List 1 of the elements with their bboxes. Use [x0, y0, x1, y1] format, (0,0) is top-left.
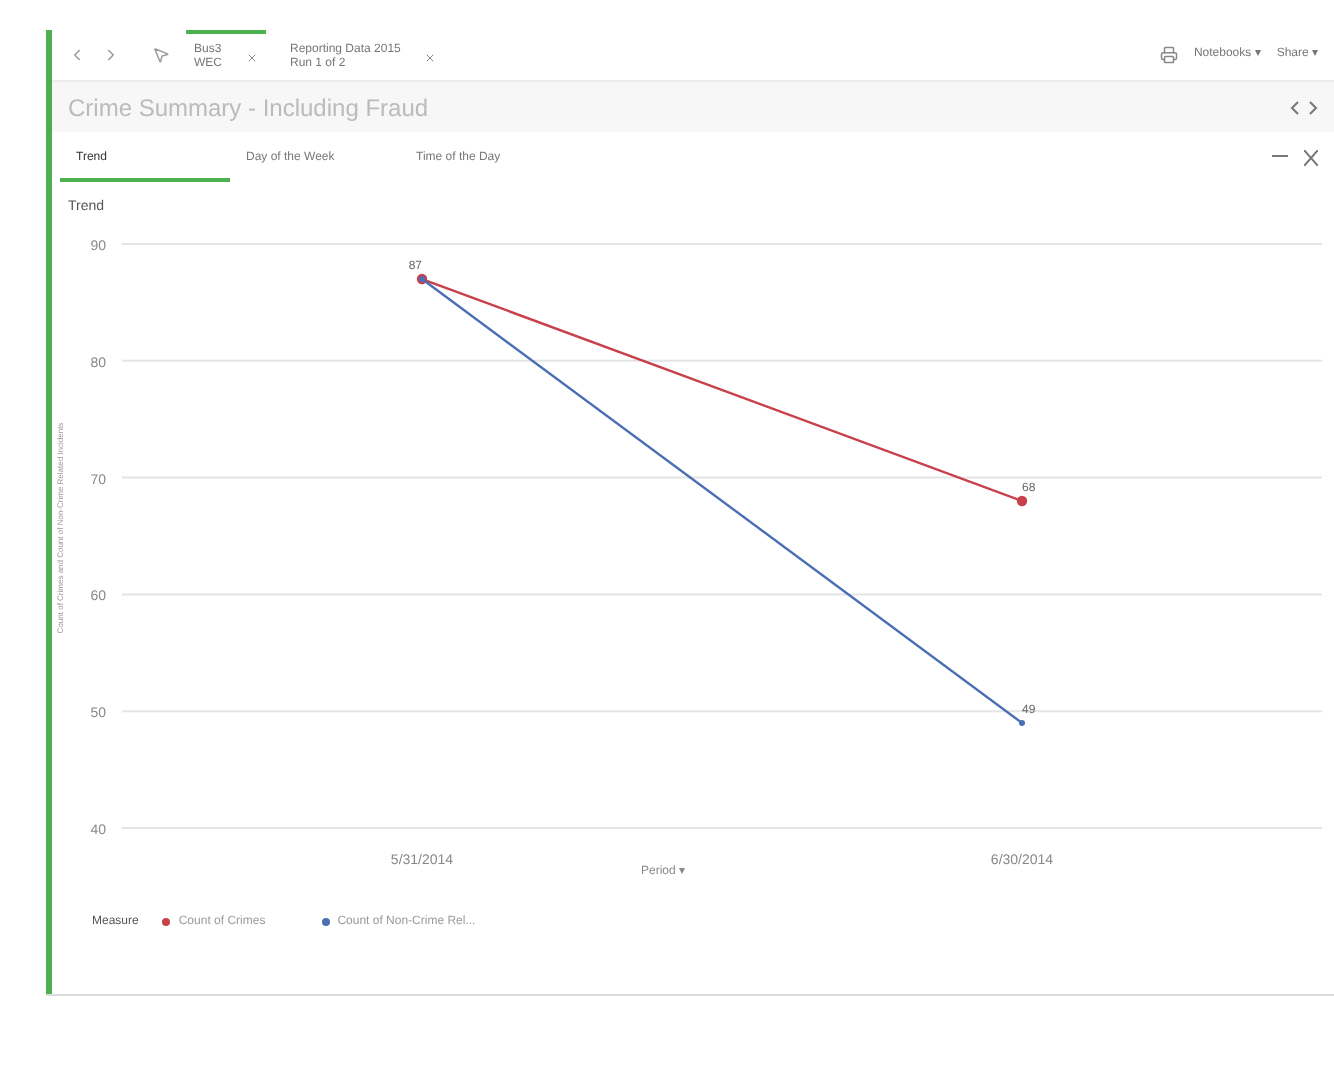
- page-title: Crime Summary - Including Fraud: [68, 91, 429, 125]
